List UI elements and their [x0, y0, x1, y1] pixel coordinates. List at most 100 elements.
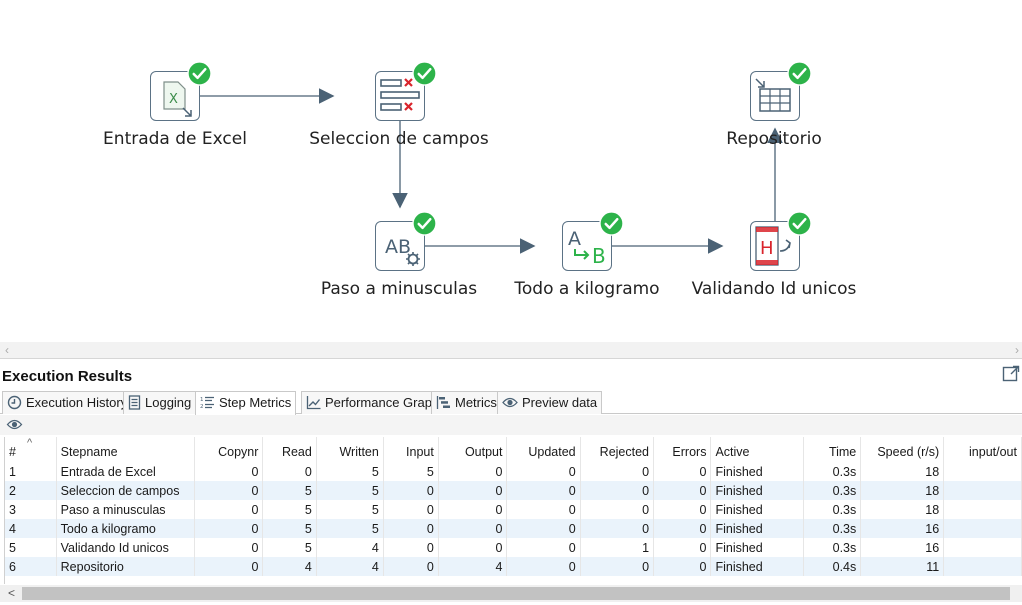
transformation-canvas[interactable]: X Entrada de Excel Seleccion de campos A… — [0, 0, 1022, 342]
success-check-icon — [187, 61, 212, 86]
table-row[interactable]: 4 Todo a kilogramo 0 5 5 0 0 0 0 0 Finished 0.3s 16 — [5, 519, 1022, 538]
table-cell: 11 — [860, 557, 945, 576]
column-header-errors[interactable]: Errors — [653, 437, 712, 462]
column-header-speed[interactable]: Speed (r/s) — [860, 437, 945, 462]
step-metrics-table: ^ # Stepname Copynr Read Written Input O… — [4, 437, 1022, 584]
eye-icon — [502, 397, 518, 408]
column-header-updated[interactable]: Updated — [506, 437, 581, 462]
table-cell: 0.3s — [803, 519, 862, 538]
tab-logging[interactable]: Logging — [123, 391, 197, 414]
table-cell: 0 — [383, 519, 439, 538]
table-cell: 16 — [860, 519, 945, 538]
table-cell — [943, 538, 1022, 557]
table-cell: 0 — [653, 538, 712, 557]
column-header-time[interactable]: Time — [803, 437, 862, 462]
scroll-left-arrow-icon[interactable]: ‹ — [5, 342, 9, 358]
table-cell: 0 — [653, 481, 712, 500]
column-header-output[interactable]: Output — [438, 437, 508, 462]
tab-metrics[interactable]: Metrics — [431, 391, 502, 414]
step-repositorio[interactable] — [750, 61, 812, 121]
table-cell: 18 — [860, 500, 945, 519]
step-label: Repositorio — [726, 129, 822, 149]
table-cell: 0 — [653, 500, 712, 519]
column-header-read[interactable]: Read — [262, 437, 317, 462]
table-cell: 0 — [580, 462, 655, 481]
table-cell: Finished — [710, 538, 804, 557]
table-cell: 5 — [262, 538, 317, 557]
table-cell: 0 — [438, 462, 508, 481]
table-cell: 0 — [580, 557, 655, 576]
table-cell: Paso a minusculas — [56, 500, 196, 519]
table-cell: 0 — [653, 557, 712, 576]
step-seleccion-de-campos[interactable] — [375, 61, 437, 121]
table-cell: 0 — [580, 519, 655, 538]
table-cell: Seleccion de campos — [56, 481, 196, 500]
column-header-active[interactable]: Active — [710, 437, 804, 462]
table-cell: 18 — [860, 481, 945, 500]
column-header-index[interactable]: ^ # — [5, 437, 57, 462]
scroll-right-arrow-icon[interactable]: › — [1015, 342, 1019, 358]
table-cell: 0 — [653, 519, 712, 538]
column-header-input-output[interactable]: input/out — [943, 437, 1022, 462]
results-tabs: Execution History Logging 1 2 Step Metri… — [0, 391, 1022, 415]
table-row[interactable]: 6 Repositorio 0 4 4 0 4 0 0 0 Finished 0.4s 11 — [5, 557, 1022, 576]
table-row[interactable]: 5 Validando Id unicos 0 5 4 0 0 0 1 0 Finished 0.3s… — [5, 538, 1022, 557]
table-cell: 6 — [5, 557, 57, 576]
table-cell: Finished — [710, 481, 804, 500]
table-row[interactable]: 1 Entrada de Excel 0 0 5 5 0 0 0 0 Finished 0.3s 18 — [5, 462, 1022, 481]
column-header-rejected[interactable]: Rejected — [580, 437, 655, 462]
scroll-left-arrow-icon[interactable]: < — [8, 585, 15, 602]
table-cell: 0 — [262, 462, 317, 481]
tab-execution-history[interactable]: Execution History — [2, 391, 133, 414]
metrics-toolbar — [0, 415, 1022, 435]
tab-performance-graph[interactable]: Performance Graph — [301, 391, 445, 414]
table-cell: 5 — [262, 481, 317, 500]
maximize-icon[interactable] — [1002, 365, 1020, 383]
table-row[interactable]: 2 Seleccion de campos 0 5 5 0 0 0 0 0 Finished 0.3s… — [5, 481, 1022, 500]
success-check-icon — [412, 61, 437, 86]
canvas-horizontal-scrollbar[interactable]: ‹ › — [0, 342, 1022, 358]
table-cell: 0 — [438, 519, 508, 538]
column-header-stepname[interactable]: Stepname — [56, 437, 196, 462]
table-cell: 2 — [5, 481, 57, 500]
column-header-written[interactable]: Written — [316, 437, 384, 462]
table-cell: 0 — [653, 462, 712, 481]
table-row[interactable]: 3 Paso a minusculas 0 5 5 0 0 0 0 0 Finished 0.3s 18 — [5, 500, 1022, 519]
step-entrada-de-excel[interactable]: X — [150, 61, 212, 121]
table-cell: 0 — [506, 538, 581, 557]
table-cell: 5 — [316, 519, 384, 538]
table-cell — [943, 519, 1022, 538]
table-horizontal-scrollbar[interactable]: < — [0, 585, 1022, 602]
table-cell: 4 — [262, 557, 317, 576]
success-check-icon — [787, 211, 812, 236]
svg-text:1: 1 — [200, 397, 204, 403]
show-metrics-eye-icon[interactable] — [6, 418, 23, 431]
table-cell: 5 — [383, 462, 439, 481]
tab-step-metrics[interactable]: 1 2 Step Metrics — [195, 391, 297, 415]
step-validando-id-unicos[interactable]: H — [750, 211, 812, 271]
step-label: Seleccion de campos — [309, 129, 489, 149]
table-cell: 0 — [194, 462, 264, 481]
clock-icon — [7, 395, 22, 410]
table-cell: 0 — [438, 481, 508, 500]
column-header-label: # — [9, 445, 16, 459]
column-header-copynr[interactable]: Copynr — [194, 437, 264, 462]
panel-title: Execution Results — [2, 368, 133, 385]
scrollbar-thumb[interactable] — [22, 587, 1010, 600]
tab-preview-data[interactable]: Preview data — [497, 391, 603, 414]
table-cell: 1 — [580, 538, 655, 557]
sort-indicator-icon: ^ — [27, 437, 33, 449]
table-cell: 0 — [383, 481, 439, 500]
table-cell: Entrada de Excel — [56, 462, 196, 481]
table-cell: 0 — [580, 481, 655, 500]
step-paso-a-minusculas[interactable]: AB — [375, 211, 437, 271]
tab-label: Preview data — [522, 395, 598, 410]
table-cell: 0 — [383, 557, 439, 576]
table-cell: 0 — [438, 538, 508, 557]
table-cell — [943, 500, 1022, 519]
table-cell: 0.3s — [803, 481, 862, 500]
column-header-input[interactable]: Input — [383, 437, 439, 462]
table-cell: 0 — [383, 538, 439, 557]
table-cell: 0 — [194, 481, 264, 500]
step-todo-a-kilogramo[interactable]: A B — [562, 211, 624, 271]
